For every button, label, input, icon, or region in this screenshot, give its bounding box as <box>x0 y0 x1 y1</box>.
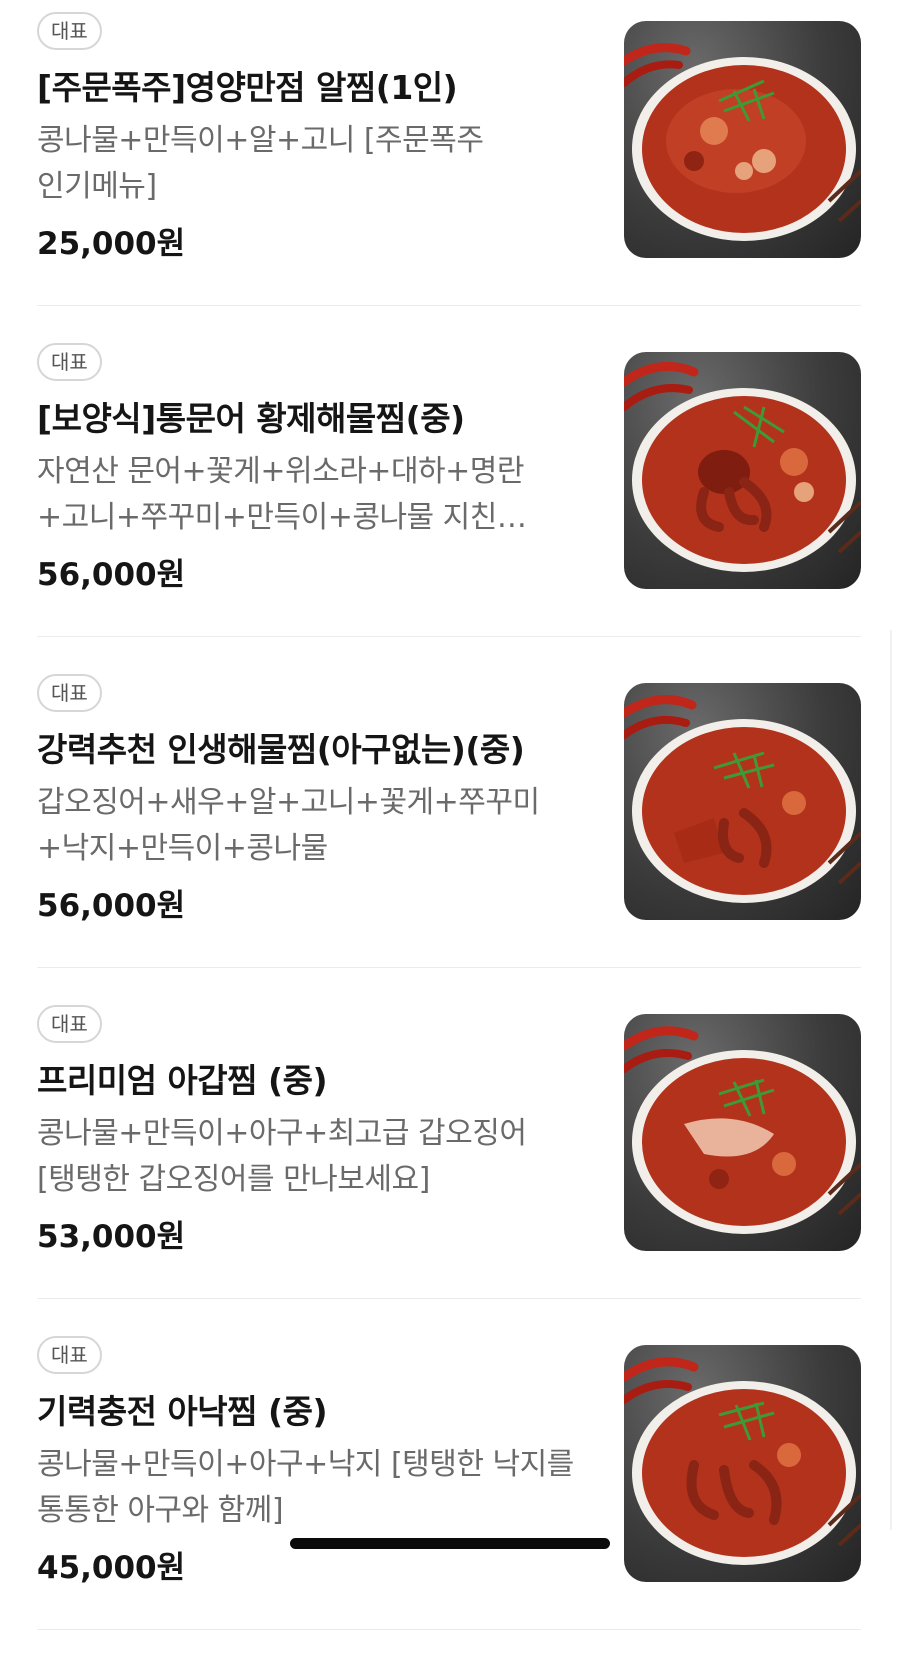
menu-item-description: 콩나물+만득이+아구+최고급 갑오징어 [탱탱한 갑오징어를 만나보세요] <box>37 1116 527 1197</box>
signature-badge: 대표 <box>37 12 102 50</box>
menu-item[interactable]: 대표 프리미엄 아갑찜 (중) 콩나물+만득이+아구+최고급 갑오징어 [탱탱한… <box>0 993 900 1324</box>
seafood-stew-photo-icon[interactable] <box>624 1014 861 1251</box>
menu-item-price: 56,000원 <box>37 888 186 924</box>
signature-badge: 대표 <box>37 1005 102 1043</box>
menu-item-description: 갑오징어+새우+알+고니+꽃게+쭈꾸미+낙지+만득이+콩나물 <box>37 785 540 866</box>
signature-badge: 대표 <box>37 343 102 381</box>
octopus-stew-photo-icon[interactable] <box>624 1345 861 1582</box>
octopus-stew-photo-icon[interactable] <box>624 352 861 589</box>
seafood-stew-photo-icon[interactable] <box>624 683 861 920</box>
menu-item[interactable]: 대표 강력추천 인생해물찜(아구없는)(중) 갑오징어+새우+알+고니+꽃게+쭈… <box>0 662 900 993</box>
divider <box>37 305 861 306</box>
signature-badge: 대표 <box>37 1336 102 1374</box>
menu-item-description: 콩나물+만득이+아구+낙지 [탱탱한 낙지를 통통한 아구와 함께] <box>37 1447 574 1528</box>
menu-item[interactable]: 대표 [주문폭주]영양만점 알찜(1인) 콩나물+만득이+알+고니 [주문폭주 … <box>0 0 900 331</box>
divider <box>37 1629 861 1630</box>
divider <box>37 636 861 637</box>
menu-item[interactable]: 대표 [보양식]통문어 황제해물찜(중) 자연산 문어+꽃게+위소라+대하+명란… <box>0 331 900 662</box>
menu-item-price: 56,000원 <box>37 557 186 593</box>
menu-item-description: 콩나물+만득이+알+고니 [주문폭주 인기메뉴] <box>37 123 484 204</box>
menu-item-description: 자연산 문어+꽃게+위소라+대하+명란+고니+쭈꾸미+만득이+콩나물 지친 당신… <box>37 454 524 535</box>
home-indicator[interactable] <box>290 1538 610 1549</box>
menu-list: 대표 [주문폭주]영양만점 알찜(1인) 콩나물+만득이+알+고니 [주문폭주 … <box>0 0 900 1655</box>
scrollbar[interactable] <box>890 630 892 1530</box>
divider <box>37 1298 861 1299</box>
divider <box>37 967 861 968</box>
menu-item-price: 25,000원 <box>37 226 186 262</box>
signature-badge: 대표 <box>37 674 102 712</box>
menu-item[interactable]: 대표 기력충전 아낙찜 (중) 콩나물+만득이+아구+낙지 [탱탱한 낙지를 통… <box>0 1324 900 1655</box>
menu-item-name: 프리미엄 아갑찜 (중) <box>37 1061 328 1100</box>
menu-item-name: [보양식]통문어 황제해물찜(중) <box>37 399 465 438</box>
menu-item-name: 기력충전 아낙찜 (중) <box>37 1392 328 1431</box>
menu-item-price: 45,000원 <box>37 1550 186 1586</box>
seafood-stew-photo-icon[interactable] <box>624 21 861 258</box>
menu-item-name: 강력추천 인생해물찜(아구없는)(중) <box>37 730 525 769</box>
menu-item-price: 53,000원 <box>37 1219 186 1255</box>
menu-item-name: [주문폭주]영양만점 알찜(1인) <box>37 68 458 107</box>
